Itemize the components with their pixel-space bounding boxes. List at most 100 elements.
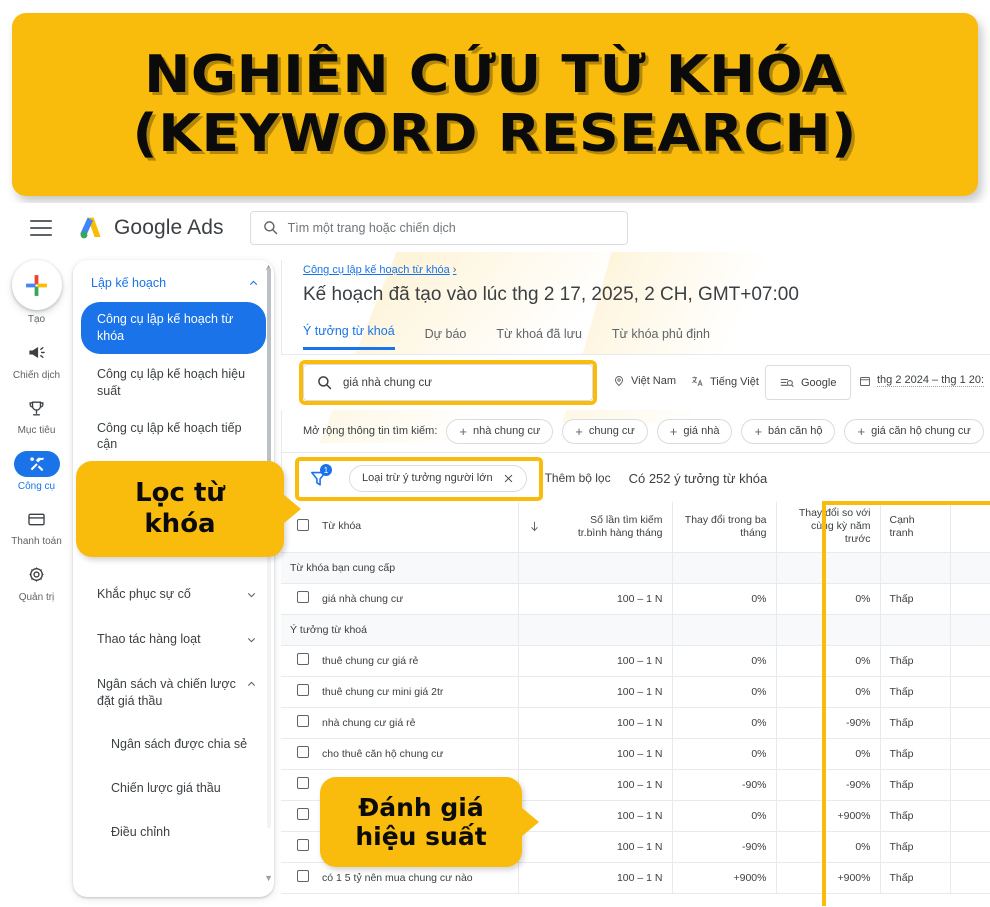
expand-chip-1[interactable]: + nhà chung cư [446,418,554,444]
global-search-input[interactable]: Tìm một trang hoặc chiến dịch [249,210,628,245]
active-filter-chip[interactable]: Loại trừ ý tưởng người lớn [349,464,527,492]
row-checkbox[interactable] [297,777,309,789]
add-filter-button[interactable]: Thêm bộ lọc [545,471,611,485]
expand-chip-4[interactable]: + bán căn hộ [741,418,836,444]
banner-title-line-2: (KEYWORD RESEARCH) [132,103,858,164]
location-selector[interactable]: Việt Nam [613,375,676,387]
row-volume: 100 – 1 N [550,676,672,708]
row-change-yoy: 0% [775,583,880,615]
column-header-keyword[interactable]: Từ khóa [313,502,518,553]
plus-icon: + [857,423,866,439]
sidebar-item-budgets-bidding[interactable]: Ngân sách và chiến lược đặt giá thầu [73,658,274,720]
column-header-change-3m[interactable]: Thay đổi trong ba tháng [671,502,776,553]
chevron-up-icon [247,277,260,290]
expand-search-label: Mở rộng thông tin tìm kiếm: [303,425,438,437]
chevron-up-icon [245,678,258,691]
calendar-icon [859,375,871,387]
column-header-competition[interactable]: Cạnh tranh [879,502,950,553]
table-row[interactable]: giá nhà chung cư 100 – 1 N 0% 0% Thấp [281,583,990,615]
sidebar-item-bulk-actions[interactable]: Thao tác hàng loạt [73,613,274,658]
expand-chip-2[interactable]: + chung cư [562,418,648,444]
keyword-search-input[interactable]: giá nhà chung cư [303,364,593,401]
callout-pointer [283,494,301,524]
row-checkbox[interactable] [297,684,309,696]
row-keyword: thuê chung cư giá rẻ [313,645,518,677]
tab-saved-keywords[interactable]: Từ khoá đã lưu [496,327,582,350]
tab-keyword-ideas[interactable]: Ý tưởng từ khoá [303,324,395,350]
table-row[interactable]: thuê chung cư mini giá 2tr 100 – 1 N 0% … [281,676,990,708]
row-checkbox[interactable] [297,591,309,603]
nav-section-planning[interactable]: Lập kế hoạch [73,268,274,298]
expand-chip-1-label: nhà chung cư [472,425,541,437]
row-competition: Thấp [879,862,950,894]
close-icon[interactable] [503,473,514,484]
location-label: Việt Nam [631,375,677,387]
plus-icon: + [754,423,763,439]
breadcrumb-arrow-icon: › [452,264,457,276]
callout-pointer [521,807,539,837]
rail-item-campaigns[interactable]: Chiến dịch [0,340,73,382]
table-row[interactable]: cho thuê căn hộ chung cư 100 – 1 N 0% 0%… [281,738,990,770]
row-checkbox[interactable] [297,715,309,727]
table-row[interactable]: nhà chung cư giá rẻ 100 – 1 N 0% -90% Th… [281,707,990,739]
table-row[interactable]: thuê chung cư giá rẻ 100 – 1 N 0% 0% Thấ… [281,645,990,677]
row-checkbox[interactable] [297,839,309,851]
rail-label-campaigns: Chiến dịch [12,369,61,381]
column-sort-indicator[interactable] [517,502,550,553]
row-change-yoy: 0% [775,831,880,863]
rail-item-admin[interactable]: Quản trị [0,562,73,604]
brand-ads: Ads [187,215,224,239]
row-checkbox[interactable] [297,746,309,758]
tab-forecast[interactable]: Dự báo [425,327,467,350]
megaphone-icon [14,340,60,366]
rail-item-tools[interactable]: Công cụ [0,450,73,493]
rail-item-goals[interactable]: Mục tiêu [0,395,73,437]
sidebar-item-adjustments[interactable]: Điều chỉnh [73,807,274,851]
sidebar-item-troubleshooting[interactable]: Khắc phục sự cố [73,568,274,613]
expand-chip-5[interactable]: + giá căn hộ chung cư [844,418,984,444]
chevron-down-icon [245,588,258,601]
filter-funnel-icon[interactable]: 1 [305,464,332,491]
date-range-selector[interactable]: thg 2 2024 – thg 1 20: [859,374,985,387]
page-title: Kế hoạch đã tạo vào lúc thg 2 17, 2025, … [303,284,799,305]
title-banner: NGHIÊN CỨU TỪ KHÓA (KEYWORD RESEARCH) [12,13,978,196]
row-keyword: giá nhà chung cư [313,583,518,615]
row-volume: 100 – 1 N [550,800,672,832]
row-checkbox[interactable] [297,870,309,882]
row-change-3m: +900% [671,862,776,894]
rail-item-create[interactable]: Tạo [0,260,73,326]
rail-label-goals: Mục tiêu [17,425,56,436]
filter-badge-count: 1 [320,464,332,476]
hamburger-icon[interactable] [30,219,52,236]
breadcrumb[interactable]: Công cụ lập kế hoạch từ khóa › [303,264,456,276]
row-change-3m: 0% [671,707,776,739]
download-app-link[interactable]: Tải ứng dụng Google Ads [73,897,274,907]
expand-chip-4-label: bán căn hộ [768,425,823,437]
rail-item-billing[interactable]: Thanh toán [0,506,73,548]
row-checkbox[interactable] [297,653,309,665]
nav-scroll-down-icon[interactable]: ▼ [264,873,273,883]
row-competition: Thấp [879,583,950,615]
rail-label-create: Tạo [27,314,46,325]
row-checkbox[interactable] [297,808,309,820]
language-selector[interactable]: Tiếng Việt [691,375,759,388]
sidebar-item-budgets-bidding-label: Ngân sách và chiến lược đặt giá thầu [97,676,236,708]
plus-icon: + [575,423,583,439]
tab-negative-keywords[interactable]: Từ khóa phủ định [612,327,710,350]
expand-chip-3[interactable]: + giá nhà [656,418,733,444]
callout-performance-line-2: hiệu suất [355,822,487,851]
column-header-avg-searches[interactable]: Số lần tìm kiếm tr.bình hàng tháng [550,502,672,553]
row-competition: Thấp [879,707,950,739]
column-header-change-yoy[interactable]: Thay đổi so với cùng kỳ năm trước [775,502,880,553]
sidebar-item-performance-planner[interactable]: Công cụ lập kế hoạch hiệu suất [73,356,274,410]
rail-label-admin: Quản trị [18,591,55,603]
row-change-yoy: +900% [775,862,880,894]
brand-logo-group: Google Ads [78,216,224,240]
sidebar-item-reach-planner[interactable]: Công cụ lập kế hoạch tiếp cận [73,410,274,464]
sidebar-item-bid-strategies[interactable]: Chiến lược giá thầu [73,763,274,807]
breadcrumb-label: Công cụ lập kế hoạch từ khóa [303,264,450,276]
sidebar-item-shared-budgets[interactable]: Ngân sách được chia sẻ [73,719,274,763]
callout-evaluate-performance: Đánh giá hiệu suất [320,777,539,867]
network-selector-button[interactable]: Google [765,365,852,400]
sidebar-item-keyword-planner[interactable]: Công cụ lập kế hoạch từ khóa [81,302,266,354]
